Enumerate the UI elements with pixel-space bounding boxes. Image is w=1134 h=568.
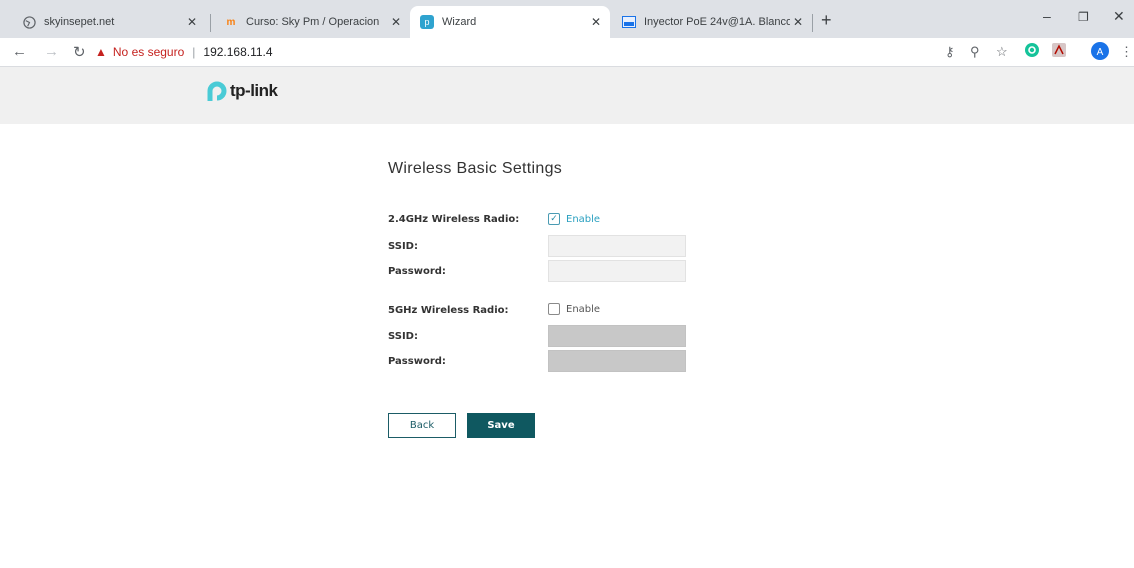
ssid-5ghz-input[interactable] [548, 325, 686, 347]
tp-link-logo: tp-link [206, 80, 278, 102]
tab-divider [210, 14, 211, 32]
back-button[interactable]: Back [388, 413, 456, 438]
zoom-icon[interactable]: ⚲ [970, 44, 980, 60]
minimize-icon[interactable]: – [1043, 8, 1051, 24]
tp-link-icon: p [420, 15, 434, 29]
profile-avatar[interactable]: A [1091, 42, 1109, 63]
tab-inyector[interactable]: Inyector PoE 24v@1A. Blanco GK ✕ [612, 6, 812, 38]
pdf-extension-icon[interactable] [1052, 43, 1066, 60]
tp-link-logo-icon [207, 81, 227, 101]
restore-icon[interactable]: ❐ [1078, 10, 1089, 24]
url-text[interactable]: 192.168.11.4 [203, 45, 272, 59]
page-header [0, 67, 1134, 124]
radio-5ghz-enable-checkbox[interactable]: Enable [548, 303, 600, 315]
checkbox-checked-icon[interactable]: ✓ [548, 213, 560, 225]
reload-icon[interactable]: ↻ [73, 43, 86, 61]
brand-name: tp-link [230, 81, 278, 100]
menu-kebab-icon[interactable]: ⋮ [1120, 44, 1133, 60]
close-tab-icon[interactable]: ✕ [388, 15, 404, 29]
close-tab-icon[interactable]: ✕ [184, 15, 200, 29]
globe-icon [22, 15, 36, 29]
tab-divider [812, 14, 813, 32]
page-title: Wireless Basic Settings [388, 160, 563, 177]
password-5ghz-label: Password: [388, 356, 446, 367]
tab-wizard[interactable]: p Wizard ✕ [410, 6, 610, 38]
tab-curso[interactable]: m Curso: Sky Pm / Operacion ✕ [214, 6, 410, 38]
checkbox-unchecked-icon[interactable] [548, 303, 560, 315]
tab-title: Inyector PoE 24v@1A. Blanco GK [644, 16, 790, 28]
image-icon [622, 15, 636, 29]
close-tab-icon[interactable]: ✕ [588, 15, 604, 29]
address-divider: | [192, 45, 196, 59]
enable-label: Enable [566, 303, 601, 315]
forward-arrow-icon[interactable]: → [44, 43, 59, 60]
key-icon[interactable]: ⚷ [945, 44, 955, 60]
ssid-24ghz-input[interactable] [548, 235, 686, 257]
tab-title: Wizard [442, 16, 477, 28]
password-5ghz-input[interactable] [548, 350, 686, 372]
security-label[interactable]: No es seguro [113, 45, 184, 59]
svg-text:A: A [1097, 47, 1104, 58]
back-arrow-icon[interactable]: ← [12, 43, 27, 60]
tab-skyinsepet[interactable]: skyinsepet.net ✕ [12, 6, 206, 38]
browser-toolbar: ← → ↻ ▲ No es seguro | 192.168.11.4 ⚷ ⚲ … [0, 38, 1134, 67]
radio-24ghz-enable-checkbox[interactable]: ✓ Enable [548, 213, 600, 225]
grammarly-icon[interactable] [1025, 43, 1039, 60]
enable-label: Enable [566, 213, 601, 225]
save-button[interactable]: Save [467, 413, 535, 438]
tab-title: Curso: Sky Pm / Operacion [246, 16, 380, 28]
warning-icon[interactable]: ▲ [95, 45, 107, 59]
address-bar[interactable]: ▲ No es seguro | 192.168.11.4 [95, 41, 935, 63]
star-icon[interactable]: ☆ [996, 44, 1008, 60]
ssid-24ghz-label: SSID: [388, 241, 418, 252]
moodle-icon: m [226, 16, 236, 28]
close-tab-icon[interactable]: ✕ [790, 15, 806, 29]
ssid-5ghz-label: SSID: [388, 331, 418, 342]
radio-5ghz-label: 5GHz Wireless Radio: [388, 305, 509, 316]
new-tab-icon[interactable]: + [821, 10, 832, 31]
radio-24ghz-label: 2.4GHz Wireless Radio: [388, 214, 520, 225]
password-24ghz-label: Password: [388, 266, 446, 277]
browser-tab-strip: skyinsepet.net ✕ m Curso: Sky Pm / Opera… [0, 0, 1134, 38]
password-24ghz-input[interactable] [548, 260, 686, 282]
tab-title: skyinsepet.net [44, 16, 115, 28]
close-window-icon[interactable]: ✕ [1113, 8, 1125, 25]
